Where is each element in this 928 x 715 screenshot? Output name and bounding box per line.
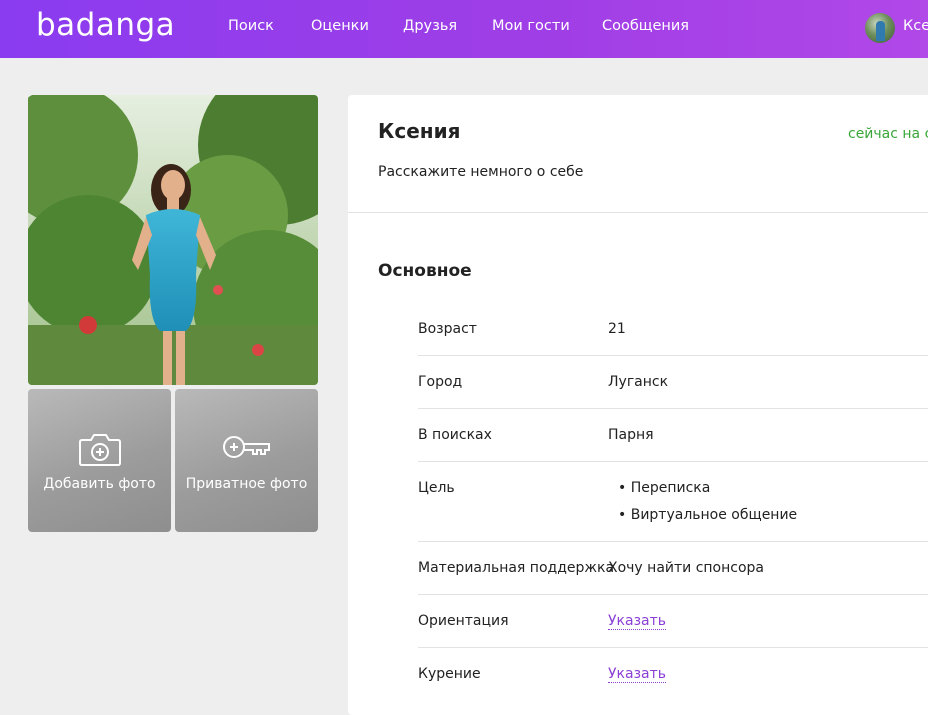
top-header: badanga Поиск Оценки Друзья Мои гости Со… [0,0,928,58]
field-value: Хочу найти спонсора [608,560,764,576]
logo[interactable]: badanga [36,7,175,43]
section-title-basic: Основное [378,261,472,281]
specify-link[interactable]: Указать [608,666,666,683]
field-label: Ориентация [418,613,509,629]
add-photo-button[interactable]: Добавить фото [28,389,171,532]
field-label: Город [418,374,463,390]
field-label: Материальная поддержка [418,560,615,576]
profile-name: Ксения [378,119,461,143]
nav-messages[interactable]: Сообщения [602,18,689,34]
nav-ratings[interactable]: Оценки [311,18,369,34]
field-label: Возраст [418,321,477,337]
field-row-age: Возраст 21 [418,303,928,356]
field-row-seeking: В поисках Парня [418,409,928,462]
field-row-support: Материальная поддержка Хочу найти спонсо… [418,542,928,595]
field-label: В поисках [418,427,492,443]
avatar[interactable] [865,13,895,43]
camera-plus-icon [78,431,122,471]
nav-my-guests[interactable]: Мои гости [492,18,570,34]
field-row-goal: Цель • Переписка • Виртуальное общение [418,462,928,542]
divider [348,212,928,213]
field-label: Курение [418,666,481,682]
field-label: Цель [418,480,455,496]
online-status: сейчас на сайте [848,126,928,142]
profile-card: Ксения сейчас на сайте Расскажите немног… [348,95,928,715]
nav-friends[interactable]: Друзья [403,18,457,34]
profile-photo[interactable] [28,95,318,385]
user-name[interactable]: Ксения [903,18,928,34]
field-row-orientation: Ориентация Указать [418,595,928,648]
add-photo-label: Добавить фото [43,476,156,492]
field-value: Парня [608,427,654,443]
field-row-city: Город Луганск [418,356,928,409]
private-photo-button[interactable]: Приватное фото [175,389,318,532]
nav-search[interactable]: Поиск [228,18,274,34]
goal-item: • Переписка [618,480,711,496]
goal-item: • Виртуальное общение [618,507,798,523]
field-value: 21 [608,321,626,337]
field-row-smoking: Курение Указать [418,648,928,700]
key-plus-icon [221,431,273,465]
about-prompt[interactable]: Расскажите немного о себе [378,164,583,180]
field-value: Луганск [608,374,669,390]
private-photo-label: Приватное фото [185,476,308,492]
specify-link[interactable]: Указать [608,613,666,630]
